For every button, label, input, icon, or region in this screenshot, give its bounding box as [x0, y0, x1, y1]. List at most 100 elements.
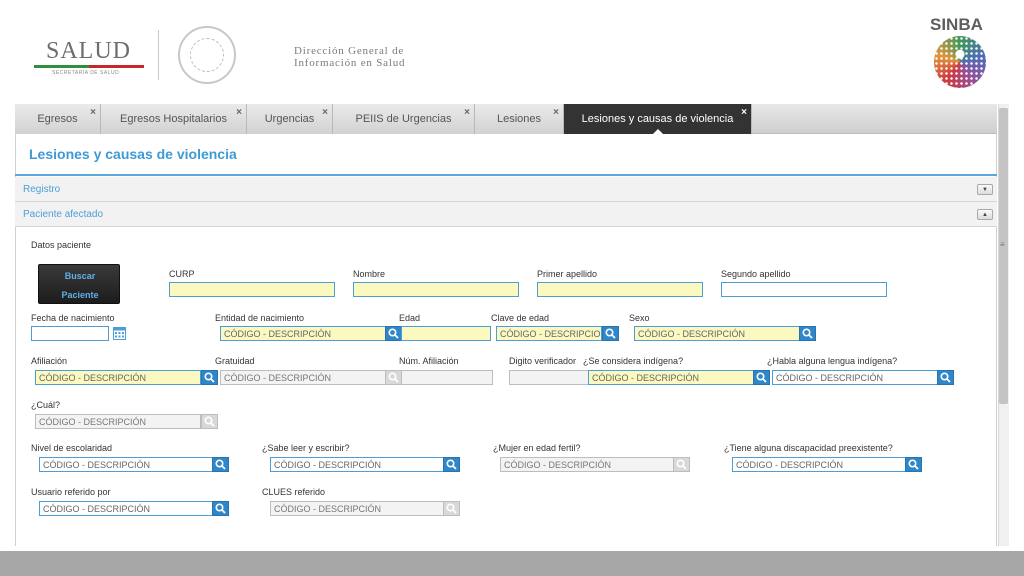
num-afiliacion-label: Núm. Afiliación	[399, 356, 459, 366]
mujer-fertil-input[interactable]: CÓDIGO - DESCRIPCIÓN	[500, 457, 674, 472]
primer-apellido-input[interactable]	[537, 282, 703, 297]
sinba-globe-texture	[934, 36, 986, 88]
tab-lesiones-violencia[interactable]: Lesiones y causas de violencia ×	[564, 104, 752, 134]
gratuidad-input[interactable]: CÓDIGO - DESCRIPCIÓN	[220, 370, 386, 385]
tab-close-icon[interactable]: ×	[553, 107, 559, 118]
salud-logo-subtitle: SECRETARÍA DE SALUD	[52, 70, 120, 76]
sexo-input[interactable]: CÓDIGO - DESCRIPCIÓN	[634, 326, 800, 341]
escolaridad-input[interactable]: CÓDIGO - DESCRIPCIÓN	[39, 457, 213, 472]
tab-label: Lesiones	[496, 113, 542, 125]
nombre-input[interactable]	[353, 282, 519, 297]
tab-label: Urgencias	[264, 113, 315, 125]
discapacidad-label: ¿Tiene alguna discapacidad preexistente?	[724, 443, 893, 453]
fecha-nacimiento-label: Fecha de nacimiento	[31, 313, 115, 323]
coat-of-arms-inner	[190, 38, 224, 72]
dgis-line-1: Dirección General de	[294, 45, 405, 57]
escolaridad-label: Nivel de escolaridad	[31, 443, 113, 453]
section-paciente-label: Paciente afectado	[23, 208, 104, 220]
tab-label: PEIIS de Urgencias	[355, 113, 452, 125]
search-icon[interactable]	[212, 457, 229, 472]
search-icon[interactable]	[385, 326, 402, 341]
search-icon[interactable]	[443, 457, 460, 472]
mujer-fertil-label: ¿Mujer en edad fertil?	[493, 443, 581, 453]
tab-label: Egresos Hospitalarios	[120, 113, 227, 125]
clues-referido-input[interactable]: CÓDIGO - DESCRIPCIÓN	[270, 501, 444, 516]
search-icon[interactable]	[799, 326, 816, 341]
curp-label: CURP	[169, 269, 195, 279]
tab-close-icon[interactable]: ×	[90, 107, 96, 118]
search-icon[interactable]	[385, 370, 402, 385]
edad-label: Edad	[399, 313, 421, 323]
sinba-logo-text: SINBA	[930, 15, 983, 34]
salud-logo-bar	[34, 65, 144, 68]
digito-verificador-label: Digito verificador	[509, 356, 577, 366]
leer-escribir-label: ¿Sabe leer y escribir?	[262, 443, 350, 453]
tab-egresos-hospitalarios[interactable]: Egresos Hospitalarios ×	[101, 104, 247, 134]
gratuidad-label: Gratuidad	[215, 356, 255, 366]
curp-input[interactable]	[169, 282, 335, 297]
scrollbar-thumb[interactable]	[999, 108, 1008, 404]
segundo-apellido-input[interactable]	[721, 282, 887, 297]
entidad-nacimiento-input[interactable]: CÓDIGO - DESCRIPCIÓN	[220, 326, 386, 341]
tab-close-icon[interactable]: ×	[741, 107, 747, 118]
section-paciente-afectado[interactable]: Paciente afectado ▲	[15, 202, 997, 227]
paciente-label: Paciente	[61, 290, 99, 300]
header-divider	[158, 30, 159, 80]
tab-label: Egresos	[37, 113, 78, 125]
tab-peiis-urgencias[interactable]: PEIIS de Urgencias ×	[333, 104, 475, 134]
salud-logo: SALUD	[46, 38, 132, 64]
clave-edad-label: Clave de edad	[491, 313, 550, 323]
num-afiliacion-input[interactable]	[401, 370, 493, 385]
tab-close-icon[interactable]: ×	[322, 107, 328, 118]
cual-input[interactable]: CÓDIGO - DESCRIPCIÓN	[35, 414, 201, 429]
usuario-referido-label: Usuario referido por	[31, 487, 111, 497]
afiliacion-label: Afiliación	[31, 356, 68, 366]
dgis-logo: Dirección General de Información en Salu…	[294, 45, 434, 69]
expand-icon[interactable]: ▼	[977, 184, 993, 195]
search-icon[interactable]	[201, 370, 218, 385]
digito-verificador-input[interactable]	[509, 370, 589, 385]
primer-apellido-label: Primer apellido	[537, 269, 598, 279]
tab-close-icon[interactable]: ×	[464, 107, 470, 118]
afiliacion-input[interactable]: CÓDIGO - DESCRIPCIÓN	[35, 370, 201, 385]
tab-lesiones[interactable]: Lesiones ×	[475, 104, 564, 134]
page-title: Lesiones y causas de violencia	[29, 146, 237, 162]
search-icon[interactable]	[443, 501, 460, 516]
calendar-icon[interactable]	[113, 325, 126, 340]
footer-bar	[0, 551, 1024, 576]
lengua-indigena-input[interactable]: CÓDIGO - DESCRIPCIÓN	[772, 370, 938, 385]
tab-egresos[interactable]: Egresos ×	[15, 104, 101, 134]
tab-close-icon[interactable]: ×	[236, 107, 242, 118]
search-icon[interactable]	[753, 370, 770, 385]
discapacidad-input[interactable]: CÓDIGO - DESCRIPCIÓN	[732, 457, 906, 472]
edad-input[interactable]	[401, 326, 491, 341]
search-icon[interactable]	[602, 326, 619, 341]
clave-edad-input[interactable]: CÓDIGO - DESCRIPCION	[496, 326, 602, 341]
search-icon[interactable]	[201, 414, 218, 429]
search-icon[interactable]	[937, 370, 954, 385]
tab-label: Lesiones y causas de violencia	[581, 113, 734, 125]
leer-escribir-input[interactable]: CÓDIGO - DESCRIPCIÓN	[270, 457, 444, 472]
search-icon[interactable]	[905, 457, 922, 472]
entidad-nacimiento-label: Entidad de nacimiento	[215, 313, 305, 323]
section-registro[interactable]: Registro ▼	[15, 177, 997, 202]
datos-paciente-label: Datos paciente	[31, 240, 92, 250]
nombre-label: Nombre	[353, 269, 386, 279]
title-divider	[15, 174, 997, 176]
segundo-apellido-label: Segundo apellido	[721, 269, 791, 279]
section-registro-label: Registro	[23, 183, 61, 195]
clues-referido-label: CLUES referido	[262, 487, 326, 497]
usuario-referido-input[interactable]: CÓDIGO - DESCRIPCIÓN	[39, 501, 213, 516]
cual-label: ¿Cuál?	[31, 400, 61, 410]
fecha-nacimiento-input[interactable]	[31, 326, 109, 341]
lengua-indigena-label: ¿Habla alguna lengua indígena?	[767, 356, 898, 366]
search-icon[interactable]	[673, 457, 690, 472]
dgis-line-2: Información en Salud	[294, 57, 406, 69]
tab-urgencias[interactable]: Urgencias ×	[247, 104, 333, 134]
search-icon[interactable]	[212, 501, 229, 516]
collapse-icon[interactable]: ▲	[977, 209, 993, 220]
indigena-input[interactable]: CÓDIGO - DESCRIPCIÓN	[588, 370, 754, 385]
buscar-label: Buscar	[64, 271, 96, 281]
scrollbar-grip-icon: ≡	[1000, 240, 1005, 249]
buscar-paciente-button[interactable]: Buscar Paciente	[38, 264, 120, 304]
